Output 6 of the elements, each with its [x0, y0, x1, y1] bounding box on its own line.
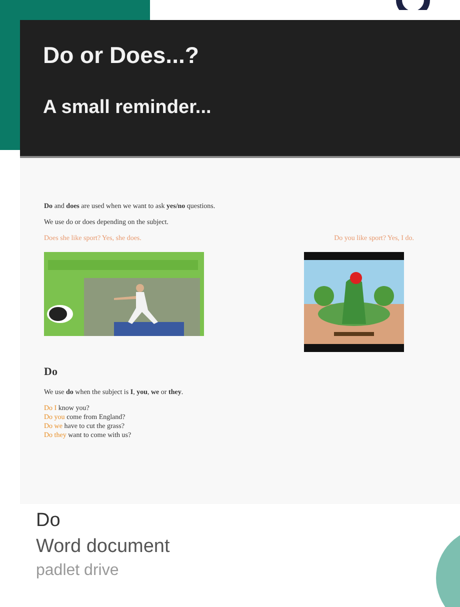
- file-source: padlet drive: [36, 562, 120, 580]
- banner-title: Do or Does...?: [43, 42, 200, 69]
- file-type: Word document: [36, 536, 171, 558]
- banner-subtitle: A small reminder...: [43, 97, 212, 119]
- file-title: Do: [36, 510, 62, 532]
- section-heading: Do: [44, 366, 58, 378]
